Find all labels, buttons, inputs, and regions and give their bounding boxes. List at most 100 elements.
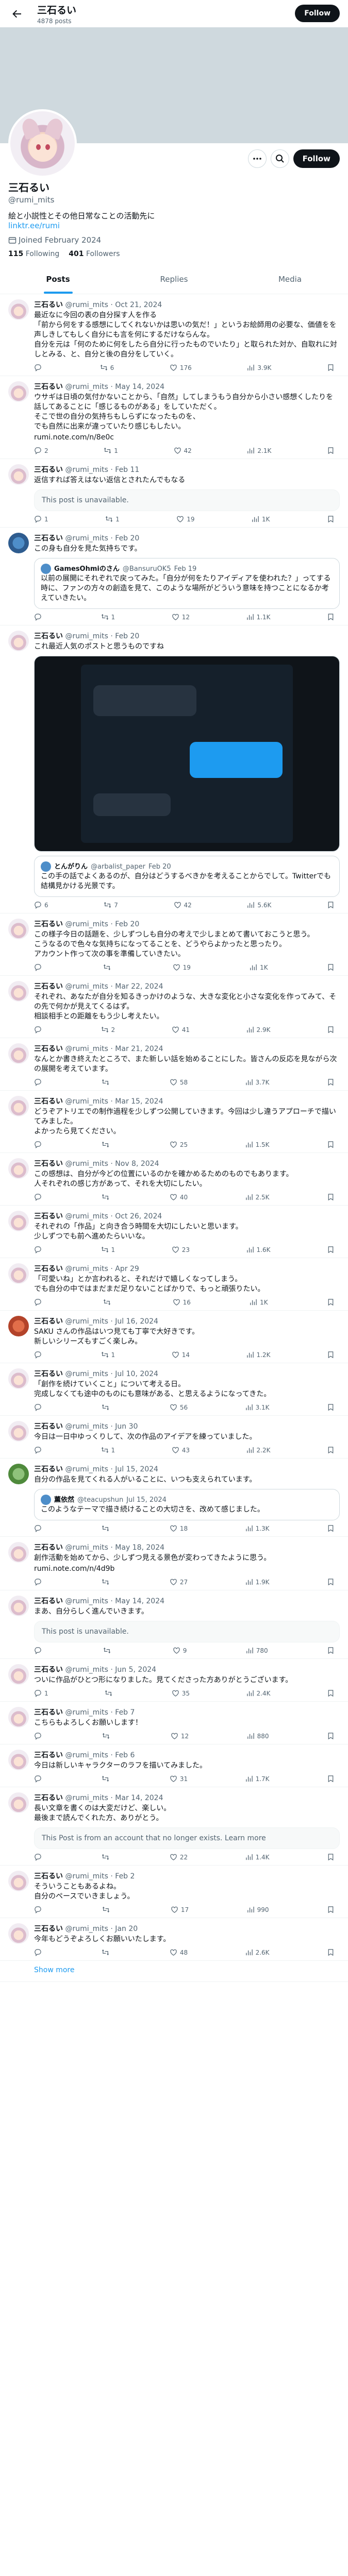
tweet-author-name[interactable]: 三石るい [34,1708,63,1717]
retweet-button[interactable] [102,1853,112,1861]
tweet-avatar[interactable] [8,1542,29,1563]
views-button[interactable]: 990 [247,1906,269,1913]
like-button[interactable]: 12 [171,1732,189,1740]
reply-button[interactable]: 1 [34,1689,48,1697]
tweet[interactable]: 三石るい @rumi_mits · Mar 15, 2024 どうぞアトリエでの制… [0,1091,348,1153]
reply-button[interactable] [34,1732,44,1740]
tweet[interactable]: 三石るい @rumi_mits · Mar 14, 2024 長い文章を書くのは大… [0,1787,348,1866]
retweet-button[interactable]: 1 [101,613,115,621]
tweet-avatar[interactable] [8,981,29,1002]
embedded-reply[interactable]: とんがりん @arbalist_paper Feb 20 この手の話でよくあるのが、自… [34,856,340,897]
bookmark-icon[interactable] [327,901,335,909]
tab-posts[interactable]: Posts [0,266,116,294]
bookmark-icon[interactable] [327,613,335,621]
like-button[interactable]: 31 [170,1775,188,1783]
views-button[interactable]: 1K [250,1298,268,1306]
tweet-author-name[interactable]: 三石るい [34,1212,63,1221]
tweet-avatar[interactable] [8,1923,29,1944]
tweet-author-name[interactable]: 三石るい [34,982,63,991]
tweet-avatar[interactable] [8,1043,29,1064]
tweet-author-name[interactable]: 三石るい [34,1265,63,1273]
tweet-author-name[interactable]: 三石るい [34,1317,63,1326]
follow-button-top[interactable]: Follow [295,5,340,22]
tweet[interactable]: 三石るい @rumi_mits · May 14, 2024 ウサギは日頃の気付か… [0,376,348,459]
tweet[interactable]: 三石るい @rumi_mits · Jul 16, 2024 SAKU さんの作品… [0,1311,348,1363]
like-button[interactable]: 42 [174,447,192,454]
views-button[interactable]: 3.7K [245,1078,270,1086]
bookmark-icon[interactable] [327,1078,335,1086]
views-button[interactable]: 1K [252,515,270,523]
views-button[interactable]: 3.1K [245,1403,270,1411]
quoted-tweet[interactable]: 薫依然 @teacupshun Jul 15, 2024 このようなテーマで描き続ける… [34,1489,340,1520]
like-button[interactable]: 176 [170,364,192,371]
like-button[interactable]: 18 [170,1524,188,1532]
tweet-author-name[interactable]: 三石るい [34,1160,63,1168]
bookmark-icon[interactable] [327,364,335,371]
retweet-button[interactable] [102,1193,112,1201]
tweet-date[interactable]: May 14, 2024 [115,1597,164,1605]
bookmark-icon[interactable] [327,1689,335,1697]
tweet-date[interactable]: Jun 5, 2024 [115,1666,156,1674]
tweet[interactable]: 三石るい @rumi_mits · May 14, 2024 まあ、自分らしく進ん… [0,1590,348,1659]
tweet[interactable]: 三石るい @rumi_mits · Jun 5, 2024 ついに作品がひとつ形に… [0,1659,348,1702]
tweet-date[interactable]: Jan 20 [115,1925,138,1933]
tweet[interactable]: 三石るい @rumi_mits · Nov 8, 2024 この感想は、自分が今ど… [0,1153,348,1206]
tweet-author-name[interactable]: 三石るい [34,383,63,391]
tweet-avatar[interactable] [8,1368,29,1389]
bookmark-icon[interactable] [327,1246,335,1253]
tweet-author-name[interactable]: 三石るい [34,1925,63,1933]
views-button[interactable]: 2.9K [246,1026,270,1033]
retweet-button[interactable]: 1 [101,1446,115,1454]
like-button[interactable]: 19 [176,515,195,523]
views-button[interactable]: 780 [246,1647,268,1654]
tweet-avatar[interactable] [8,381,29,402]
bookmark-icon[interactable] [327,1446,335,1454]
tweet-avatar[interactable] [8,1211,29,1231]
reply-button[interactable]: 1 [34,515,48,523]
views-button[interactable]: 1.7K [245,1775,270,1783]
tweet-avatar[interactable] [8,1421,29,1442]
views-button[interactable]: 880 [247,1732,269,1740]
tweet-avatar[interactable] [8,1316,29,1336]
like-button[interactable]: 48 [170,1948,188,1956]
tweet-author-name[interactable]: 三石るい [34,1666,63,1674]
retweet-button[interactable]: 1 [104,447,118,454]
views-button[interactable]: 1.6K [246,1246,270,1253]
tweet-date[interactable]: Jul 15, 2024 [115,1465,158,1473]
bookmark-icon[interactable] [327,1298,335,1306]
tweet-avatar[interactable] [8,1707,29,1727]
like-button[interactable]: 16 [173,1298,191,1306]
retweet-button[interactable] [103,1298,113,1306]
retweet-button[interactable]: 7 [104,901,118,909]
tweet[interactable]: 三石るい @rumi_mits · Oct 21, 2024 最近なに今回の表の自… [0,294,348,376]
reply-button[interactable] [34,1298,44,1306]
reply-button[interactable] [34,1403,44,1411]
views-button[interactable]: 1K [250,963,268,971]
bookmark-icon[interactable] [327,1193,335,1201]
tweet-date[interactable]: Apr 29 [115,1265,139,1273]
retweet-button[interactable] [103,963,113,971]
tweet-link[interactable]: rumi.note.com/n/4d9b [34,1564,340,1574]
views-button[interactable]: 1.4K [245,1853,270,1861]
views-button[interactable]: 2.4K [246,1689,270,1697]
reply-button[interactable] [34,1351,44,1359]
views-button[interactable]: 1.1K [246,613,270,621]
retweet-button[interactable] [103,1647,113,1654]
reply-button[interactable] [34,1026,44,1033]
profile-link[interactable]: linktr.ee/rumi [8,221,340,230]
tweet-date[interactable]: Jun 30 [115,1422,138,1431]
tweet[interactable]: 三石るい @rumi_mits · Mar 21, 2024 なんとか書き終えたと… [0,1038,348,1091]
tweet[interactable]: 三石るい @rumi_mits · Feb 11 返信すれば答えはない返信とされた… [0,459,348,528]
tweet-author-name[interactable]: 三石るい [34,920,63,928]
retweet-button[interactable] [102,1775,112,1783]
tweet-avatar[interactable] [8,1596,29,1616]
like-button[interactable]: 41 [172,1026,190,1033]
bookmark-icon[interactable] [327,1906,335,1913]
retweet-button[interactable] [102,1078,112,1086]
tweet-media-image[interactable] [34,656,340,852]
tweet[interactable]: 三石るい @rumi_mits · Feb 6 今日は新しいキャラクターのラフを描… [0,1744,348,1787]
tweet-author-name[interactable]: 三石るい [34,1370,63,1378]
views-button[interactable]: 2.5K [245,1193,270,1201]
reply-button[interactable] [34,364,44,371]
tweet-author-name[interactable]: 三石るい [34,1544,63,1552]
